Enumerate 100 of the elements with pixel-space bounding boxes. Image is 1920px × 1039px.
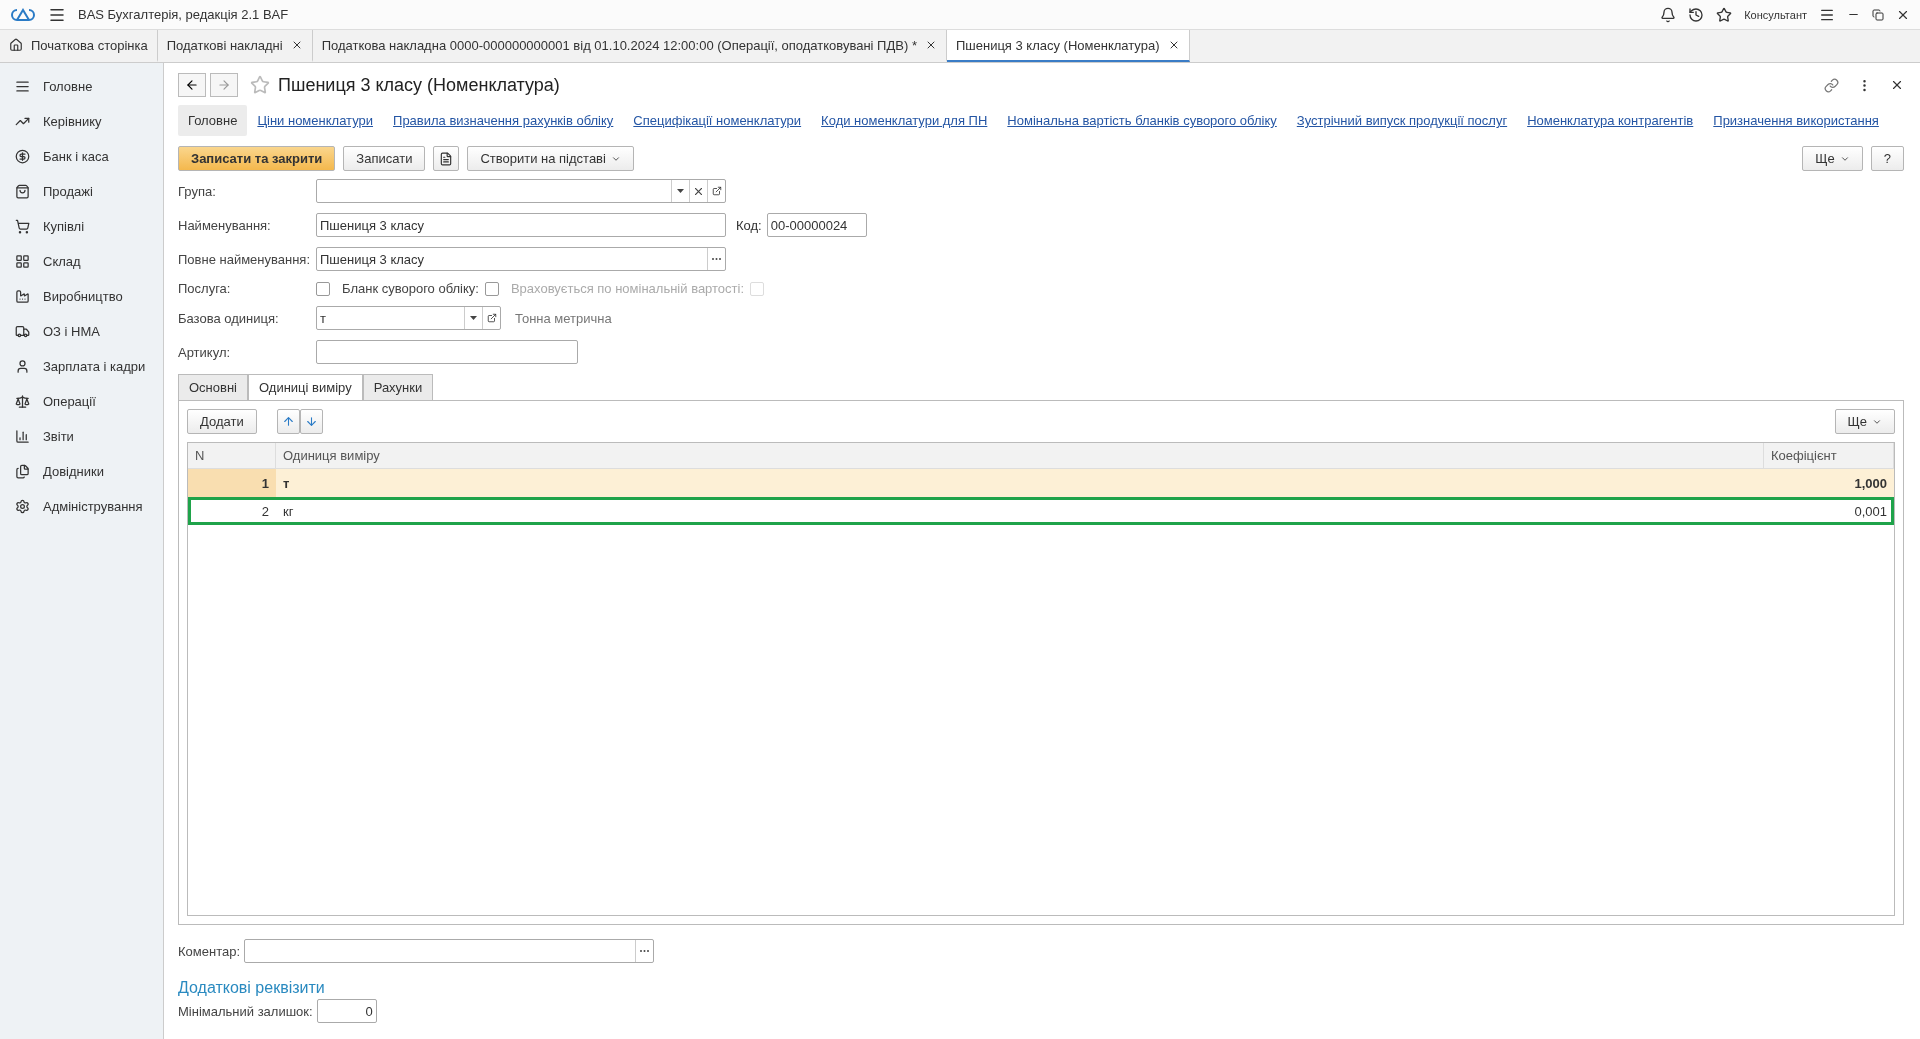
article-field[interactable]: [316, 340, 578, 364]
sidebar-item[interactable]: Зарплата і кадри: [0, 349, 163, 384]
create-based-on-button[interactable]: Створити на підставі: [467, 146, 634, 171]
table-cell: 1: [188, 469, 276, 497]
section-title: Додаткові реквізити: [178, 979, 326, 997]
user-name[interactable]: Консультант: [1744, 8, 1807, 21]
app-title: BAS Бухгалтерія, редакція 2.1 BAF: [78, 7, 289, 22]
table-cell-text: 1,000: [1853, 474, 1888, 493]
scales-icon: [15, 394, 30, 409]
base-unit-field[interactable]: т: [316, 306, 501, 330]
add-button[interactable]: Додати: [187, 409, 257, 434]
coin-icon: [15, 149, 30, 164]
star-icon[interactable]: [250, 75, 270, 95]
unit-description: Тонна метрична: [515, 310, 612, 326]
form-section-link[interactable]: Правила визначення рахунків обліку: [383, 105, 624, 136]
form-section-link[interactable]: Призначення використання: [1703, 105, 1889, 136]
tab-label: Податкові накладні: [166, 37, 283, 53]
grid-icon: [15, 254, 30, 269]
tab-label: Податкова накладна 0000-000000000001 від 01.10.2024 12:00:00 (Операції, оподатковувані ПДВ) *: [321, 37, 917, 53]
down-arrow-icon: [304, 415, 318, 428]
form-section-link[interactable]: Специфікації номенклатури: [623, 105, 812, 136]
dropdown-icon[interactable]: [677, 189, 684, 193]
code-field[interactable]: 00-00000024: [766, 213, 867, 237]
home-icon: [9, 38, 23, 52]
settings-icon: [15, 499, 30, 514]
sidebar-item[interactable]: Адміністрування: [0, 489, 163, 524]
min-stock-field[interactable]: 0: [316, 999, 377, 1023]
form-section-link[interactable]: Номенклатура контрагентів: [1517, 105, 1704, 136]
move-down-button[interactable]: [299, 409, 323, 434]
forward-arrow-icon: [217, 78, 231, 92]
sidebar-item[interactable]: Банк і каса: [0, 139, 163, 174]
help-button[interactable]: ?: [1870, 146, 1904, 171]
field-label: Мінімальний залишок:: [178, 1003, 313, 1019]
field-label: Базова одиниця:: [178, 310, 280, 326]
sidebar-item[interactable]: ОЗ і НМА: [0, 314, 163, 349]
full-name-field[interactable]: Пшениця 3 класу: [316, 247, 726, 271]
tab-label: Початкова сторінка: [31, 37, 148, 53]
form-section-link[interactable]: Коди номенклатури для ПН: [811, 105, 998, 136]
table-row[interactable]: 1 т 1,000: [188, 469, 1894, 497]
star-icon[interactable]: [1716, 6, 1733, 23]
name-field[interactable]: Пшениця 3 класу: [316, 213, 726, 237]
field-label: Бланк суворого обліку:: [342, 281, 479, 296]
form-section-link[interactable]: Зустрічний випуск продукції послуг: [1286, 105, 1518, 136]
sidebar-item[interactable]: Головне: [0, 69, 163, 104]
more-button[interactable]: Ще: [1802, 146, 1863, 171]
form-tab[interactable]: Рахунки: [362, 374, 434, 401]
checkbox[interactable]: [484, 281, 499, 296]
clear-icon[interactable]: [695, 187, 702, 195]
bell-icon[interactable]: [1660, 6, 1677, 23]
list-icon: [15, 79, 30, 94]
document-icon: [439, 151, 454, 166]
field-label: Код:: [736, 217, 762, 233]
more-button[interactable]: Ще: [1834, 409, 1895, 434]
cart-icon: [15, 219, 30, 234]
form-section-link[interactable]: Ціни номенклатури: [247, 105, 384, 136]
move-up-button[interactable]: [276, 409, 300, 434]
sidebar-item[interactable]: Операції: [0, 384, 163, 419]
column-header[interactable]: Одиниця виміру: [276, 443, 1764, 468]
sidebar-item[interactable]: Склад: [0, 244, 163, 279]
close-icon[interactable]: [1890, 78, 1904, 92]
report-button[interactable]: [433, 146, 460, 171]
field-label: Послуга:: [178, 281, 232, 296]
field-label: Коментар:: [178, 943, 241, 959]
sidebar-item[interactable]: Керівнику: [0, 104, 163, 139]
table-row[interactable]: 2 кг 0,001: [188, 497, 1894, 525]
link-icon[interactable]: [1824, 77, 1839, 93]
table-cell-text: 2: [260, 502, 270, 521]
table-cell-text: 0,001: [1853, 502, 1888, 521]
checkbox[interactable]: [316, 281, 330, 296]
sidebar-item[interactable]: Виробництво: [0, 279, 163, 314]
form-tab[interactable]: Одиниці виміру: [248, 374, 363, 401]
save-button[interactable]: Записати: [343, 146, 426, 171]
open-icon: [486, 313, 497, 323]
table-cell-text: кг: [282, 502, 295, 521]
sidebar-item[interactable]: Довідники: [0, 454, 163, 489]
save-and-close-button[interactable]: Записати та закрити: [178, 146, 336, 171]
back-button[interactable]: [178, 73, 206, 97]
person-icon: [15, 359, 30, 374]
form-tab[interactable]: Основні: [178, 374, 248, 401]
logo-icon: [10, 7, 36, 22]
column-header[interactable]: N: [188, 443, 276, 468]
factory-icon: [15, 289, 30, 304]
field-label: Група:: [178, 183, 217, 199]
dropdown-icon[interactable]: [470, 316, 477, 320]
sidebar-item[interactable]: Звіти: [0, 419, 163, 454]
bar-chart-icon: [15, 429, 30, 444]
history-icon[interactable]: [1688, 6, 1705, 23]
sidebar-item[interactable]: Купівлі: [0, 209, 163, 244]
back-arrow-icon: [185, 78, 199, 92]
group-field[interactable]: [316, 179, 726, 203]
restore-icon[interactable]: [1872, 8, 1884, 21]
column-header[interactable]: Коефіцієнт: [1764, 443, 1894, 468]
form-section-link[interactable]: Номінальна вартість бланків суворого обліку: [997, 105, 1287, 136]
open-tab[interactable]: Пшениця 3 класу (Номенклатура): [946, 30, 1190, 62]
truck-icon: [15, 324, 30, 339]
sidebar-item[interactable]: Продажі: [0, 174, 163, 209]
comment-field[interactable]: [244, 939, 655, 963]
tab-label: Пшениця 3 класу (Номенклатура): [955, 37, 1160, 53]
open-icon: [711, 186, 722, 196]
form-section-link[interactable]: Головне: [178, 105, 248, 136]
